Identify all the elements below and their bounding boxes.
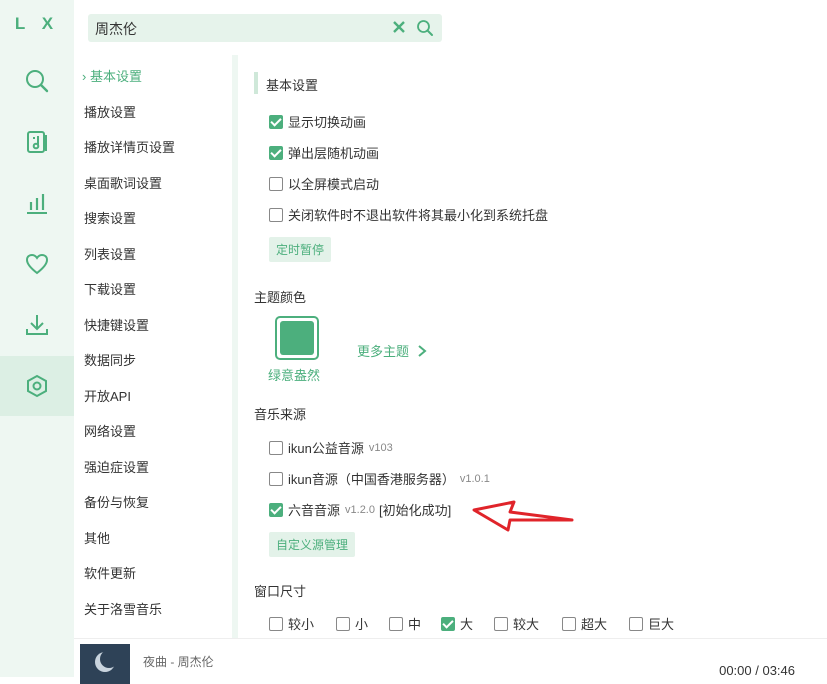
menu-item-ocd[interactable]: 强迫症设置: [84, 457, 149, 476]
menu-item-hotkey[interactable]: 快捷键设置: [84, 315, 149, 334]
option-minimize-to-tray[interactable]: 关闭软件时不退出软件将其最小化到系统托盘: [269, 205, 548, 224]
song-title[interactable]: 夜曲 - 周杰伦: [143, 653, 214, 670]
checkbox[interactable]: [269, 114, 283, 129]
menu-item-update[interactable]: 软件更新: [84, 563, 136, 582]
checkbox[interactable]: [389, 616, 403, 631]
section-title-source: 音乐来源: [254, 407, 307, 422]
section-title-basic: 基本设置: [266, 78, 319, 93]
option-fullscreen-start[interactable]: 以全屏模式启动: [269, 174, 379, 193]
checkbox[interactable]: [269, 145, 283, 160]
app-logo: L X: [14, 14, 60, 33]
section-marker: [254, 72, 258, 94]
menu-item-download[interactable]: 下载设置: [84, 279, 136, 298]
option-switch-animation[interactable]: 显示切换动画: [269, 112, 366, 131]
more-themes-link[interactable]: 更多主题: [357, 341, 429, 360]
size-option-smaller[interactable]: 较小: [269, 614, 314, 633]
size-option-medium[interactable]: 中: [389, 614, 421, 633]
play-time: 00:00 / 03:46: [719, 663, 795, 678]
menu-item-about[interactable]: 关于洛雪音乐: [84, 599, 162, 618]
menu-item-open-api[interactable]: 开放API: [84, 386, 131, 405]
nav-download[interactable]: [0, 295, 74, 355]
download-icon: [26, 315, 48, 335]
size-option-large[interactable]: 大: [441, 614, 473, 633]
search-box[interactable]: 周杰伦: [88, 14, 442, 42]
checkbox[interactable]: [269, 502, 283, 517]
option-popup-random-animation[interactable]: 弹出层随机动画: [269, 143, 379, 162]
album-art-icon: [80, 644, 130, 684]
search-icon[interactable]: [416, 19, 434, 37]
checkbox[interactable]: [629, 616, 643, 631]
menu-item-play-detail[interactable]: 播放详情页设置: [84, 137, 175, 156]
source-option-ikun-hk[interactable]: ikun音源（中国香港服务器） v1.0.1: [269, 469, 490, 488]
chart-icon: [27, 194, 47, 214]
menu-item-play[interactable]: 播放设置: [84, 102, 136, 121]
chevron-right-icon: ›: [82, 69, 87, 84]
section-title-window-size: 窗口尺寸: [254, 584, 307, 599]
size-option-extra-large[interactable]: 超大: [562, 614, 607, 633]
checkbox[interactable]: [269, 207, 283, 222]
menu-item-sync[interactable]: 数据同步: [84, 350, 136, 369]
music-list-icon: [27, 131, 47, 153]
heart-icon: [25, 253, 49, 275]
source-option-ikun-public[interactable]: ikun公益音源 v103: [269, 438, 393, 457]
menu-item-backup[interactable]: 备份与恢复: [84, 492, 149, 511]
chevron-right-icon: [418, 344, 427, 357]
source-option-liuyin[interactable]: 六音音源 v1.2.0 [初始化成功]: [269, 500, 451, 519]
checkbox[interactable]: [269, 176, 283, 191]
size-option-huge[interactable]: 巨大: [629, 614, 674, 633]
sidebar: L X: [0, 0, 74, 677]
settings-icon: [27, 374, 47, 398]
menu-item-search[interactable]: 搜索设置: [84, 208, 136, 227]
checkbox[interactable]: [494, 616, 508, 631]
nav-song-list[interactable]: [0, 112, 74, 172]
close-icon[interactable]: [392, 20, 406, 34]
size-option-larger[interactable]: 较大: [494, 614, 539, 633]
menu-item-other[interactable]: 其他: [84, 528, 110, 547]
theme-swatch[interactable]: [275, 316, 319, 360]
menu-item-network[interactable]: 网络设置: [84, 421, 136, 440]
album-cover[interactable]: [80, 644, 130, 684]
menu-item-list[interactable]: 列表设置: [84, 244, 136, 263]
menu-item-basic[interactable]: › 基本设置: [82, 66, 142, 85]
player-bar: 夜曲 - 周杰伦 00:00 / 03:46: [74, 638, 827, 684]
checkbox[interactable]: [441, 616, 455, 631]
nav-leaderboard[interactable]: [0, 173, 74, 233]
timer-pause-button[interactable]: 定时暂停: [269, 237, 332, 262]
checkbox[interactable]: [562, 616, 576, 631]
nav-favorites[interactable]: [0, 234, 74, 294]
menu-item-desktop-lyric[interactable]: 桌面歌词设置: [84, 173, 162, 192]
section-title-theme: 主题颜色: [254, 290, 307, 305]
theme-name[interactable]: 绿意盎然: [268, 365, 320, 384]
search-input[interactable]: 周杰伦: [95, 19, 137, 39]
checkbox[interactable]: [269, 616, 283, 631]
checkbox[interactable]: [269, 471, 283, 486]
custom-source-button[interactable]: 自定义源管理: [269, 532, 356, 557]
settings-menu: › 基本设置 播放设置 播放详情页设置 桌面歌词设置 搜索设置 列表设置 下载设…: [74, 55, 234, 638]
checkbox[interactable]: [336, 616, 350, 631]
nav-settings[interactable]: [0, 356, 74, 416]
search-icon: [26, 70, 49, 93]
checkbox[interactable]: [269, 440, 283, 455]
nav-search[interactable]: [0, 51, 74, 111]
annotation-arrow-icon: [472, 500, 574, 532]
size-option-small[interactable]: 小: [336, 614, 368, 633]
